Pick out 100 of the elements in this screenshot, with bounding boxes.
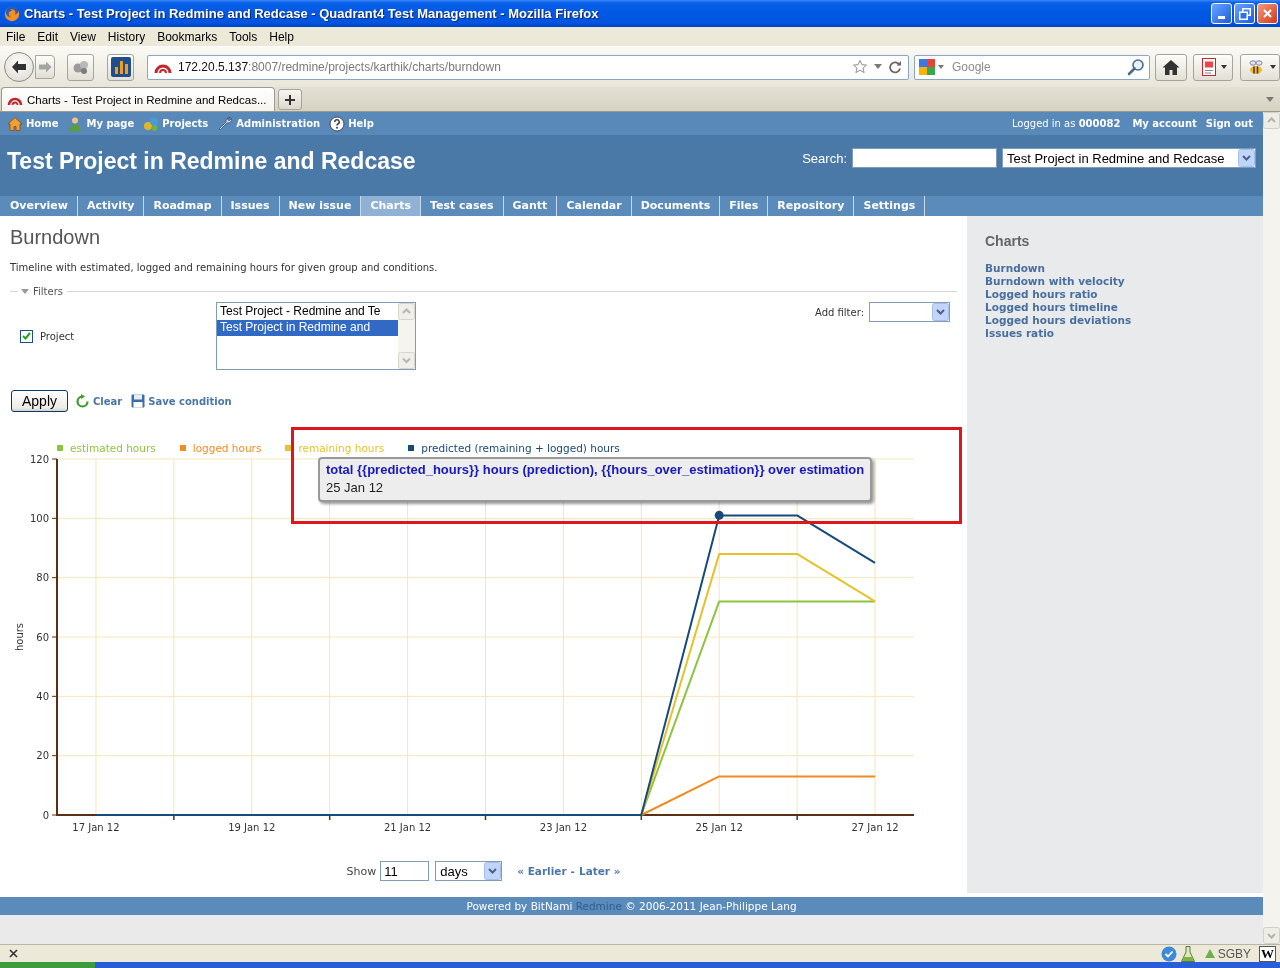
- circular-arrow-icon: [75, 393, 90, 409]
- earlier-link[interactable]: « Earlier: [517, 865, 567, 877]
- page-scrollbar[interactable]: [1263, 112, 1280, 944]
- logged-in-text: Logged in as 000082: [1011, 118, 1121, 129]
- home-button[interactable]: [1155, 53, 1187, 81]
- apply-button[interactable]: Apply: [11, 390, 68, 412]
- menu-item[interactable]: Edit: [31, 29, 65, 44]
- new-tab-button[interactable]: [278, 89, 303, 110]
- clear-link[interactable]: Clear: [75, 393, 123, 409]
- project-checkbox[interactable]: [20, 329, 33, 343]
- axis-tick-label: 27 Jan 12: [851, 822, 899, 833]
- top-menu-link[interactable]: Administration: [217, 115, 321, 132]
- sidebar-link[interactable]: Logged hours ratio: [985, 288, 1245, 301]
- check-circle-icon[interactable]: [1160, 945, 1177, 962]
- axis-tick-label: 25 Jan 12: [695, 822, 743, 833]
- page-icon: [1199, 57, 1218, 77]
- tooltip-date: 25 Jan 12: [326, 479, 385, 497]
- triangle-icon: [1204, 949, 1215, 958]
- bar-chart-icon: [110, 57, 131, 77]
- project-select[interactable]: Test Project in Redmine and Redcase: [1002, 148, 1256, 168]
- filters-toggle[interactable]: Filters: [21, 285, 63, 297]
- axis-tick-label: 0: [42, 809, 49, 821]
- search-field[interactable]: Google: [947, 60, 1124, 74]
- menu-item[interactable]: Bookmarks: [151, 29, 224, 44]
- reload-icon[interactable]: [888, 60, 902, 74]
- browser-tab[interactable]: Charts - Test Project in Redmine and Redcas...: [1, 87, 276, 111]
- top-menu-link[interactable]: Projects: [143, 115, 209, 132]
- legend-label: predicted (remaining + logged) hours: [421, 442, 620, 454]
- close-button[interactable]: [1257, 3, 1278, 24]
- search-bar[interactable]: Google: [914, 54, 1150, 80]
- minimize-icon: [1218, 16, 1225, 19]
- menu-tab[interactable]: Charts: [360, 196, 420, 216]
- star-icon[interactable]: [852, 59, 868, 75]
- restore-button[interactable]: [1234, 3, 1255, 24]
- sidebar-link[interactable]: Logged hours timeline: [985, 301, 1245, 314]
- toolbar-button[interactable]: [1240, 53, 1280, 81]
- list-scrollbar[interactable]: [398, 303, 415, 369]
- add-filter-select[interactable]: [869, 302, 950, 322]
- top-menu-link[interactable]: Help: [329, 115, 374, 132]
- legend-label: estimated hours: [70, 442, 156, 454]
- search-label: Search:: [802, 150, 847, 166]
- axis-tick-label: 40: [36, 690, 49, 702]
- top-menu-link[interactable]: Home: [7, 115, 59, 132]
- top-menu-link[interactable]: My page: [67, 115, 135, 132]
- right-arrow-icon: [38, 60, 52, 74]
- axis-tick-label: 60: [36, 631, 49, 643]
- save-condition-link[interactable]: Save condition: [131, 394, 232, 408]
- menu-item[interactable]: Tools: [223, 29, 264, 44]
- toolbar-button[interactable]: [107, 53, 134, 81]
- caret-icon[interactable]: [1220, 64, 1227, 70]
- show-label: Show: [346, 864, 377, 878]
- later-link[interactable]: Later »: [578, 865, 621, 877]
- axis-title: hours: [14, 622, 25, 652]
- minimize-button[interactable]: [1211, 3, 1232, 24]
- left-arrow-icon: [11, 59, 27, 75]
- search-engine-icon: [919, 59, 935, 75]
- address-field[interactable]: 172.20.5.137:8007/redmine/projects/karthik/charts/burndown: [147, 54, 909, 80]
- back-button[interactable]: [4, 52, 34, 82]
- account-link[interactable]: Sign out: [1205, 118, 1253, 129]
- house-icon: [7, 115, 23, 132]
- axis-tick-label: 80: [36, 572, 49, 584]
- circles-icon: [71, 59, 90, 75]
- unit-select[interactable]: days: [435, 861, 503, 881]
- search-icon[interactable]: [1127, 58, 1145, 76]
- menu-item[interactable]: File: [0, 29, 32, 44]
- status-button[interactable]: W: [1259, 945, 1276, 962]
- tooltip-title: total {{predicted_hours}} hours (prediction), {{hours_over_estimation}} over estimation: [326, 461, 865, 479]
- project-list[interactable]: Test Project - Redmine and Te Test Project in Redmine and: [216, 302, 416, 370]
- search-field[interactable]: [852, 148, 997, 168]
- project-title: Test Project in Redmine and Redcase: [7, 147, 416, 175]
- house-icon: [1161, 58, 1181, 76]
- list-option[interactable]: Test Project - Redmine and Te: [217, 304, 398, 320]
- start-button[interactable]: [0, 962, 95, 968]
- page-heading: Burndown: [10, 225, 102, 249]
- data-point-marker[interactable]: [714, 510, 724, 520]
- sidebar-link[interactable]: Logged hours deviations: [985, 314, 1245, 327]
- sidebar-link[interactable]: Burndown with velocity: [985, 275, 1245, 288]
- axis-tick-label: 17 Jan 12: [72, 822, 120, 833]
- addon-button[interactable]: [67, 53, 94, 81]
- flask-icon[interactable]: [1180, 945, 1195, 962]
- filter-label: Project: [40, 330, 75, 342]
- sidebar-link[interactable]: Issues ratio: [985, 327, 1245, 340]
- axis-tick-label: 120: [29, 454, 49, 465]
- plus-icon: [284, 93, 297, 106]
- menu-item[interactable]: History: [101, 29, 152, 44]
- sidebar-link[interactable]: Burndown: [985, 262, 1245, 275]
- triangle-icon: [21, 288, 29, 294]
- list-option[interactable]: Test Project in Redmine and: [217, 320, 398, 336]
- wrench-icon: [217, 115, 234, 132]
- axis-tick-label: 100: [29, 512, 49, 524]
- account-link[interactable]: My account: [1132, 118, 1197, 129]
- menu-tab[interactable]: Settings: [853, 196, 926, 216]
- axis-tick-label: 23 Jan 12: [539, 822, 588, 833]
- days-count-field[interactable]: 11: [380, 861, 430, 881]
- axis-tick-label: 19 Jan 12: [228, 822, 276, 833]
- menu-item[interactable]: Help: [263, 29, 300, 44]
- toolbar-button[interactable]: [1193, 53, 1233, 81]
- menu-item[interactable]: View: [64, 29, 102, 44]
- close-icon[interactable]: [9, 949, 18, 958]
- caret-icon[interactable]: [1269, 64, 1276, 70]
